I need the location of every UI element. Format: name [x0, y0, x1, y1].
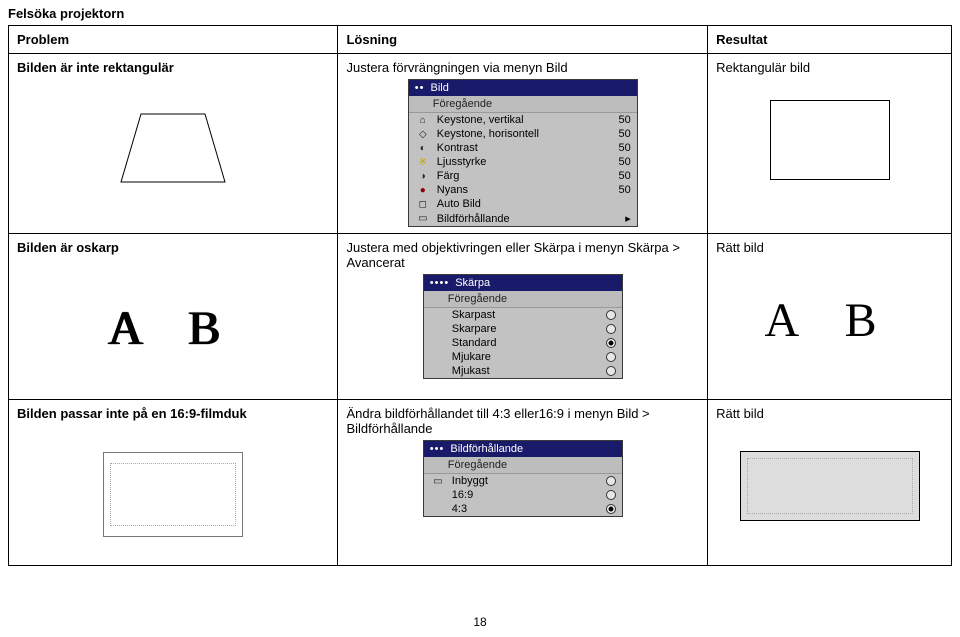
menu-item-value: 50 [607, 156, 631, 168]
result-text-3: Rätt bild [716, 406, 943, 421]
menu-bild-subtitle: Föregående [409, 96, 637, 113]
menu-item-label: Auto Bild [437, 198, 601, 210]
color-icon: ◑ [415, 171, 431, 182]
menu-item-label: Inbyggt [452, 475, 600, 487]
blurry-ab-illustration: A B [108, 301, 238, 356]
result-text-2: Rätt bild [716, 240, 943, 255]
auto-icon: ◻ [415, 199, 431, 210]
tint-icon: ● [415, 185, 431, 196]
menu-skarpa: ••••Skärpa Föregående Skarpast Skarpare … [423, 274, 623, 379]
menu-ratio-title: Bildförhållande [450, 443, 523, 455]
radio-icon-selected [606, 338, 616, 348]
ratio-box-icon: ▭ [430, 476, 446, 487]
result-text-1: Rektangulär bild [716, 60, 943, 75]
correct-ratio-illustration [740, 451, 920, 521]
solution-text-1: Justera förvrängningen via menyn Bild [346, 60, 699, 75]
header-result: Resultat [716, 32, 767, 47]
menu-item-label: Skarpast [452, 309, 600, 321]
solution-text-2: Justera med objektivringen eller Skärpa … [346, 240, 699, 270]
menu-item-label: Mjukare [452, 351, 600, 363]
page-title: Felsöka projektorn [0, 0, 960, 25]
rectangle-illustration [770, 100, 890, 180]
menu-item-value: ▸ [607, 212, 631, 225]
menu-item-value: 50 [607, 184, 631, 196]
radio-icon [606, 310, 616, 320]
menu-item-value: 50 [607, 170, 631, 182]
radio-icon [606, 490, 616, 500]
menu-item-label: Ljusstyrke [437, 156, 601, 168]
menu-item-label: Mjukast [452, 365, 600, 377]
trapezoid-illustration [17, 83, 329, 213]
radio-icon [606, 476, 616, 486]
menu-item-label: Skarpare [452, 323, 600, 335]
keystone-v-icon: ⌂ [415, 115, 431, 126]
troubleshoot-table: Problem Lösning Resultat Bilden är inte … [8, 25, 952, 566]
radio-icon-selected [606, 504, 616, 514]
problem-text-3: Bilden passar inte på en 16:9-filmduk [17, 406, 329, 421]
menu-item-label: Färg [437, 170, 601, 182]
page-number: 18 [0, 615, 960, 629]
menu-item-label: 4:3 [452, 503, 600, 515]
menu-ratio-subtitle: Föregående [424, 457, 622, 474]
header-problem: Problem [17, 32, 69, 47]
dots-icon: •• [415, 82, 425, 94]
menu-skarpa-title: Skärpa [455, 277, 490, 289]
menu-skarpa-subtitle: Föregående [424, 291, 622, 308]
menu-item-label: 16:9 [452, 489, 600, 501]
menu-item-label: Nyans [437, 184, 601, 196]
problem-text-2: Bilden är oskarp [17, 240, 329, 255]
mismatch-ratio-illustration [103, 452, 243, 537]
dots-icon: ••• [430, 443, 445, 455]
dots-icon: •••• [430, 277, 449, 289]
sharp-ab-illustration: A B [765, 293, 895, 348]
brightness-icon: ※ [415, 157, 431, 168]
radio-icon [606, 352, 616, 362]
menu-item-label: Keystone, horisontell [437, 128, 601, 140]
solution-text-3: Ändra bildförhållandet till 4:3 eller16:… [346, 406, 699, 436]
menu-bild: •• Bild Föregående ⌂ Keystone, vertikal 50 … [408, 79, 638, 227]
radio-icon [606, 366, 616, 376]
ratio-icon: ▭ [415, 213, 431, 224]
menu-bild-items: ⌂ Keystone, vertikal 50 ◇ Keystone, horison… [409, 113, 637, 226]
menu-bild-title: Bild [431, 82, 449, 94]
menu-item-value: 50 [607, 128, 631, 140]
problem-text-1: Bilden är inte rektangulär [17, 60, 329, 75]
menu-item-label: Bildförhållande [437, 213, 601, 225]
menu-item-label: Standard [452, 337, 600, 349]
menu-item-value: 50 [607, 114, 631, 126]
menu-item-label: Keystone, vertikal [437, 114, 601, 126]
menu-ratio: ••• Bildförhållande Föregående ▭ Inbyggt 1… [423, 440, 623, 517]
contrast-icon: ◐ [415, 143, 431, 154]
menu-item-label: Kontrast [437, 142, 601, 154]
radio-icon [606, 324, 616, 334]
menu-item-value: 50 [607, 142, 631, 154]
header-solution: Lösning [346, 32, 397, 47]
keystone-h-icon: ◇ [415, 129, 431, 140]
